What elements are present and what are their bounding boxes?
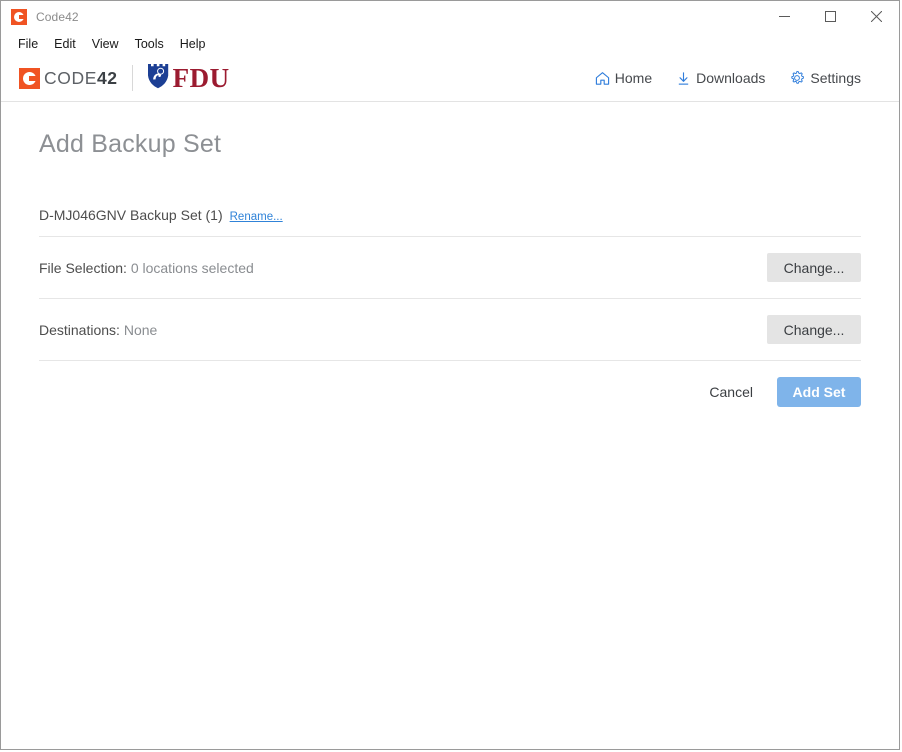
destinations-value: None: [123, 321, 158, 338]
menu-item-view[interactable]: View: [85, 34, 126, 54]
menu-item-help[interactable]: Help: [173, 34, 213, 54]
app-window: Code42 File Edit View Tools Help CODE42: [0, 0, 900, 750]
destinations-label: Destinations:: [39, 321, 120, 338]
file-selection-row: File Selection: 0 locations selected Cha…: [39, 237, 861, 298]
code42-wordmark: CODE42: [44, 68, 118, 89]
main-content: Add Backup Set D-MJ046GNV Backup Set (1)…: [1, 102, 899, 749]
brand-separator: [131, 65, 133, 91]
menu-item-tools[interactable]: Tools: [128, 34, 171, 54]
code42-app-icon: [11, 8, 27, 25]
code42-word-light: CODE: [44, 67, 97, 88]
nav-item-settings[interactable]: Settings: [789, 70, 861, 86]
code42-word-bold: 42: [96, 67, 118, 88]
nav-item-home[interactable]: Home: [595, 70, 652, 86]
brand-header: CODE42 FDU Home Downloads Settings: [1, 55, 899, 102]
home-icon: [595, 71, 610, 86]
file-selection-value: 0 locations selected: [130, 259, 254, 276]
download-icon: [676, 71, 691, 86]
backup-set-name: D-MJ046GNV Backup Set (1): [39, 207, 223, 223]
header-nav: Home Downloads Settings: [595, 70, 861, 86]
file-selection-label: File Selection:: [39, 259, 127, 276]
page-title: Add Backup Set: [39, 130, 222, 158]
title-bar-left: Code42: [1, 8, 79, 25]
brand-logos: CODE42 FDU: [19, 63, 230, 94]
title-bar: Code42: [1, 1, 899, 32]
code42-logo-icon: [19, 67, 40, 89]
nav-label-settings: Settings: [810, 70, 861, 86]
rename-link[interactable]: Rename...: [230, 211, 283, 223]
code42-logo[interactable]: CODE42: [19, 67, 118, 89]
fdu-shield-icon: [147, 63, 169, 94]
menu-item-file[interactable]: File: [11, 34, 45, 54]
file-selection-change-button[interactable]: Change...: [767, 253, 861, 282]
menu-item-edit[interactable]: Edit: [47, 34, 83, 54]
gear-icon: [789, 70, 805, 86]
fdu-logo: FDU: [147, 63, 230, 94]
file-selection-text: File Selection: 0 locations selected: [39, 260, 254, 276]
add-set-button[interactable]: Add Set: [777, 377, 861, 407]
fdu-wordmark: FDU: [172, 62, 230, 93]
destinations-change-button[interactable]: Change...: [767, 315, 861, 344]
destinations-row: Destinations: None Change...: [39, 299, 861, 360]
close-button[interactable]: [853, 1, 899, 32]
menu-bar: File Edit View Tools Help: [1, 32, 899, 55]
maximize-button[interactable]: [807, 1, 853, 32]
minimize-button[interactable]: [761, 1, 807, 32]
window-title: Code42: [36, 9, 79, 24]
nav-label-downloads: Downloads: [696, 70, 766, 86]
nav-label-home: Home: [614, 70, 653, 86]
backup-set-name-row: D-MJ046GNV Backup Set (1) Rename...: [39, 159, 861, 236]
cancel-button[interactable]: Cancel: [705, 378, 757, 406]
nav-item-downloads[interactable]: Downloads: [676, 70, 765, 86]
destinations-text: Destinations: None: [39, 322, 157, 338]
window-controls: [761, 1, 899, 32]
action-row: Cancel Add Set: [39, 361, 861, 423]
